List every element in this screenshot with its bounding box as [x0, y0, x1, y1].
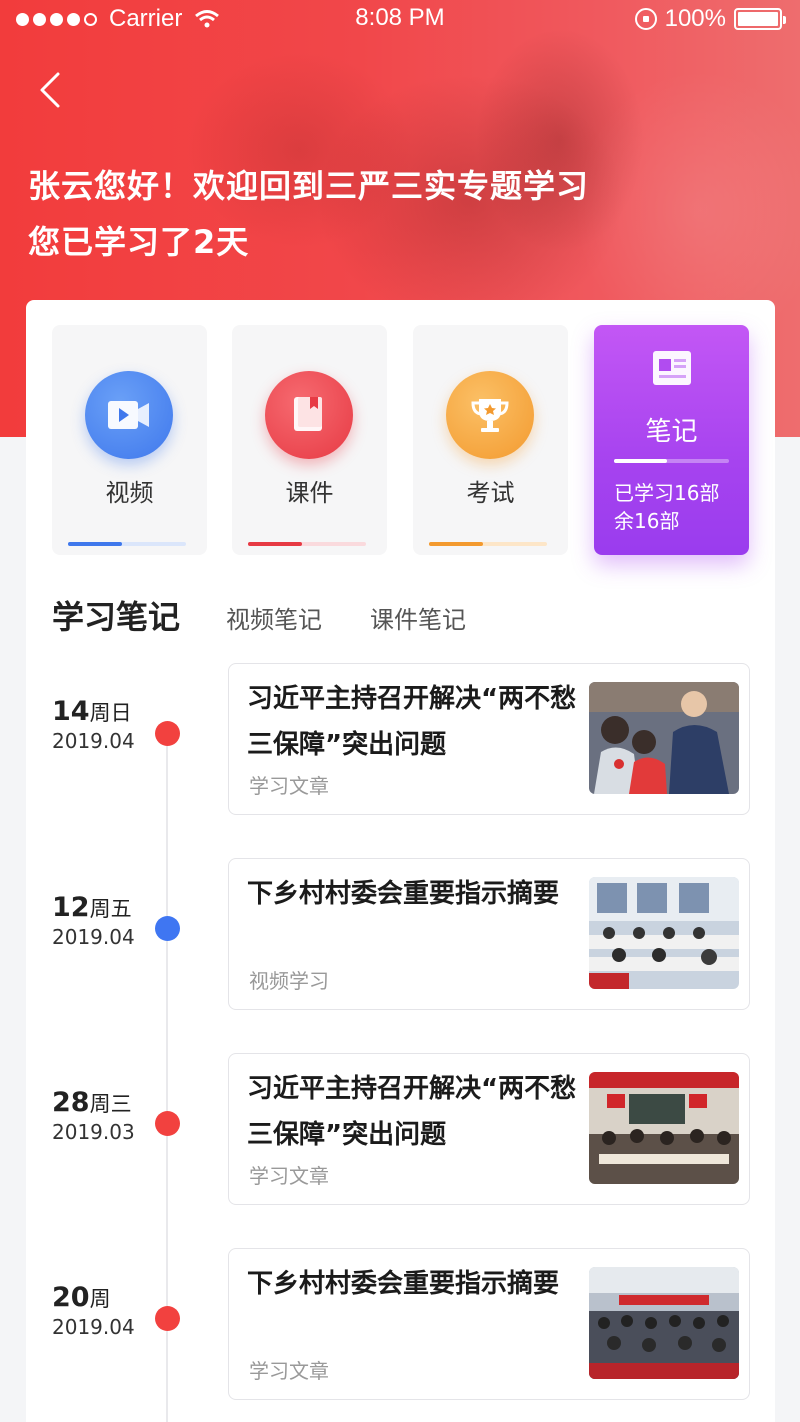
progress-bar	[614, 459, 729, 463]
date-day: 20	[52, 1282, 90, 1313]
note-thumbnail	[589, 682, 739, 794]
date-year-month: 2019.04	[52, 925, 135, 949]
note-tag: 学习文章	[249, 774, 329, 798]
progress-bar	[68, 542, 186, 546]
timeline-date: 14周日 2019.04	[52, 696, 135, 753]
note-card[interactable]: 下乡村村委会重要指示摘要 学习文章	[228, 1248, 750, 1400]
battery-icon	[734, 8, 786, 30]
tab-video-notes[interactable]: 视频笔记	[226, 600, 322, 635]
date-weekday: 周三	[89, 1092, 132, 1116]
date-year-month: 2019.04	[52, 729, 135, 753]
tab-courseware-notes[interactable]: 课件笔记	[370, 600, 466, 635]
date-weekday: 周五	[89, 897, 132, 921]
category-notes[interactable]: 笔记 已学习16部 余16部	[594, 325, 749, 555]
timeline-dot	[155, 1306, 180, 1331]
note-tag: 学习文章	[249, 1164, 329, 1188]
note-title: 下乡村村委会重要指示摘要	[247, 879, 560, 909]
orientation-lock-icon	[634, 8, 657, 30]
note-title: 下乡村村委会重要指示摘要	[247, 1269, 560, 1299]
greeting-days: 您已学习了2天	[28, 223, 250, 261]
studied-count: 已学习16部	[614, 481, 720, 505]
content-card: 视频 课件 考试 笔记 已学习16部 余16部 学习笔记 视频笔记 课件笔记 1…	[26, 300, 775, 1422]
timeline-date: 20周 2019.04	[52, 1282, 135, 1339]
note-tag: 学习文章	[249, 1359, 329, 1383]
progress-bar	[429, 542, 547, 546]
note-title: 习近平主持召开解决“两不愁三保障”突出问题	[247, 1074, 577, 1150]
status-bar: Carrier 8:08 PM 100%	[0, 0, 800, 38]
category-courseware[interactable]: 课件	[232, 325, 387, 555]
category-label: 视频	[105, 479, 154, 507]
date-weekday: 周日	[89, 701, 132, 725]
book-icon	[265, 371, 353, 459]
date-weekday: 周	[89, 1287, 111, 1311]
notebook-icon	[653, 351, 691, 385]
note-tag: 视频学习	[249, 969, 329, 993]
note-card[interactable]: 下乡村村委会重要指示摘要 视频学习	[228, 858, 750, 1010]
greeting: 张云您好！欢迎回到三严三实专题学习 您已学习了2天	[28, 158, 589, 270]
date-day: 12	[52, 892, 90, 923]
note-card[interactable]: 习近平主持召开解决“两不愁三保障”突出问题 学习文章	[228, 663, 750, 815]
date-year-month: 2019.04	[52, 1315, 135, 1339]
remaining-count: 余16部	[614, 509, 680, 533]
section-title: 学习笔记	[52, 598, 181, 636]
timeline-date: 28周三 2019.03	[52, 1087, 135, 1144]
category-label: 笔记	[645, 417, 698, 447]
timeline-dot	[155, 916, 180, 941]
trophy-icon	[446, 371, 534, 459]
category-label: 考试	[466, 479, 515, 507]
note-card[interactable]: 习近平主持召开解决“两不愁三保障”突出问题 学习文章	[228, 1053, 750, 1205]
back-arrow-icon[interactable]	[36, 68, 76, 112]
category-label: 课件	[285, 479, 334, 507]
category-exam[interactable]: 考试	[413, 325, 568, 555]
battery-percent: 100%	[664, 5, 726, 32]
note-title: 习近平主持召开解决“两不愁三保障”突出问题	[247, 684, 577, 760]
timeline-dot	[155, 721, 180, 746]
note-thumbnail	[589, 877, 739, 989]
progress-bar	[248, 542, 366, 546]
video-icon	[85, 371, 173, 459]
date-day: 14	[52, 696, 90, 727]
category-video[interactable]: 视频	[52, 325, 207, 555]
date-day: 28	[52, 1087, 90, 1118]
timeline-dot	[155, 1111, 180, 1136]
timeline-date: 12周五 2019.04	[52, 892, 135, 949]
date-year-month: 2019.03	[52, 1120, 135, 1144]
greeting-welcome: 张云您好！欢迎回到三严三实专题学习	[28, 167, 590, 205]
note-thumbnail	[589, 1072, 739, 1184]
note-thumbnail	[589, 1267, 739, 1379]
